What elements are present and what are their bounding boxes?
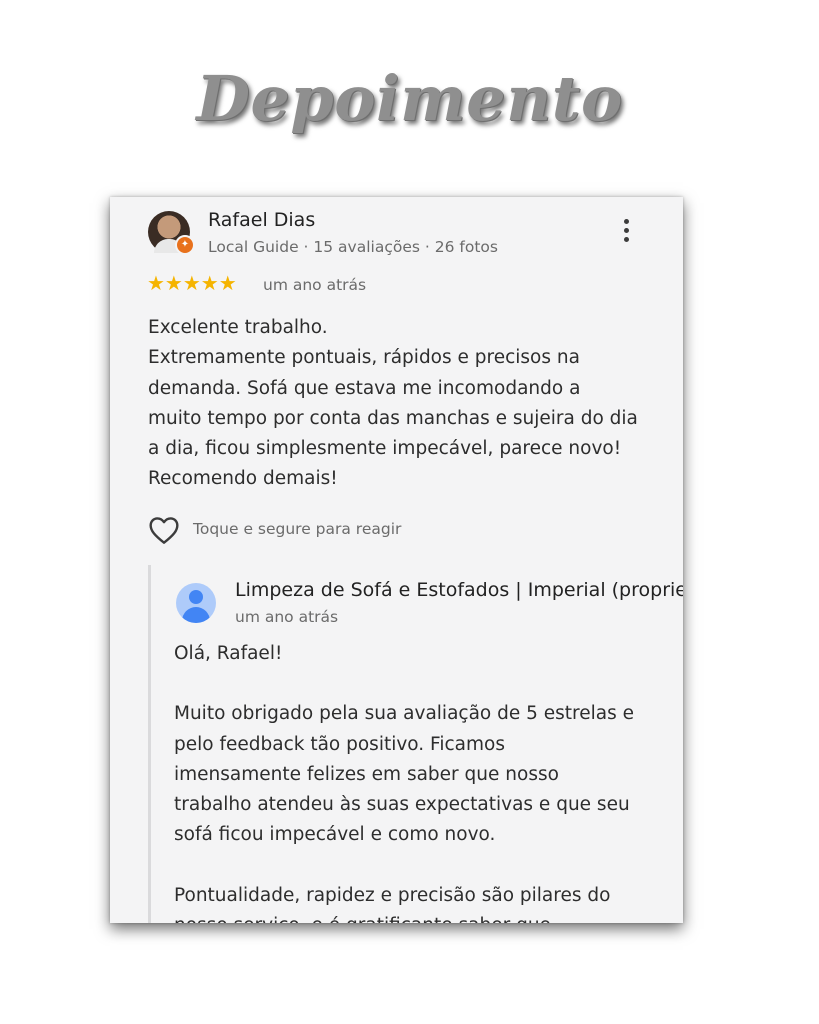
review-card: ✦ Rafael Dias Local Guide · 15 avaliaçõe… <box>110 197 683 923</box>
reviewer-avatar[interactable]: ✦ <box>148 211 195 255</box>
reviewer-name[interactable]: Rafael Dias <box>208 209 315 231</box>
review-text: Excelente trabalho. Extremamente pontuai… <box>148 317 638 490</box>
heart-icon[interactable] <box>148 515 180 545</box>
local-guide-badge-icon: ✦ <box>175 235 195 255</box>
page-title: Depoimento <box>196 62 623 135</box>
review-date: um ano atrás <box>263 276 367 294</box>
react-hint: Toque e segure para reagir <box>193 520 402 538</box>
reviewer-meta: Local Guide · 15 avaliações · 26 fotos <box>208 238 498 256</box>
reply-divider <box>148 565 151 923</box>
reply-text: Olá, Rafael! Muito obrigado pela sua ava… <box>174 643 635 923</box>
more-vert-icon[interactable] <box>622 219 630 245</box>
reply-date: um ano atrás <box>235 608 339 626</box>
owner-name[interactable]: Limpeza de Sofá e Estofados | Imperial (… <box>235 579 683 601</box>
owner-avatar-icon[interactable] <box>176 583 216 623</box>
star-rating: ★★★★★ <box>147 271 237 295</box>
